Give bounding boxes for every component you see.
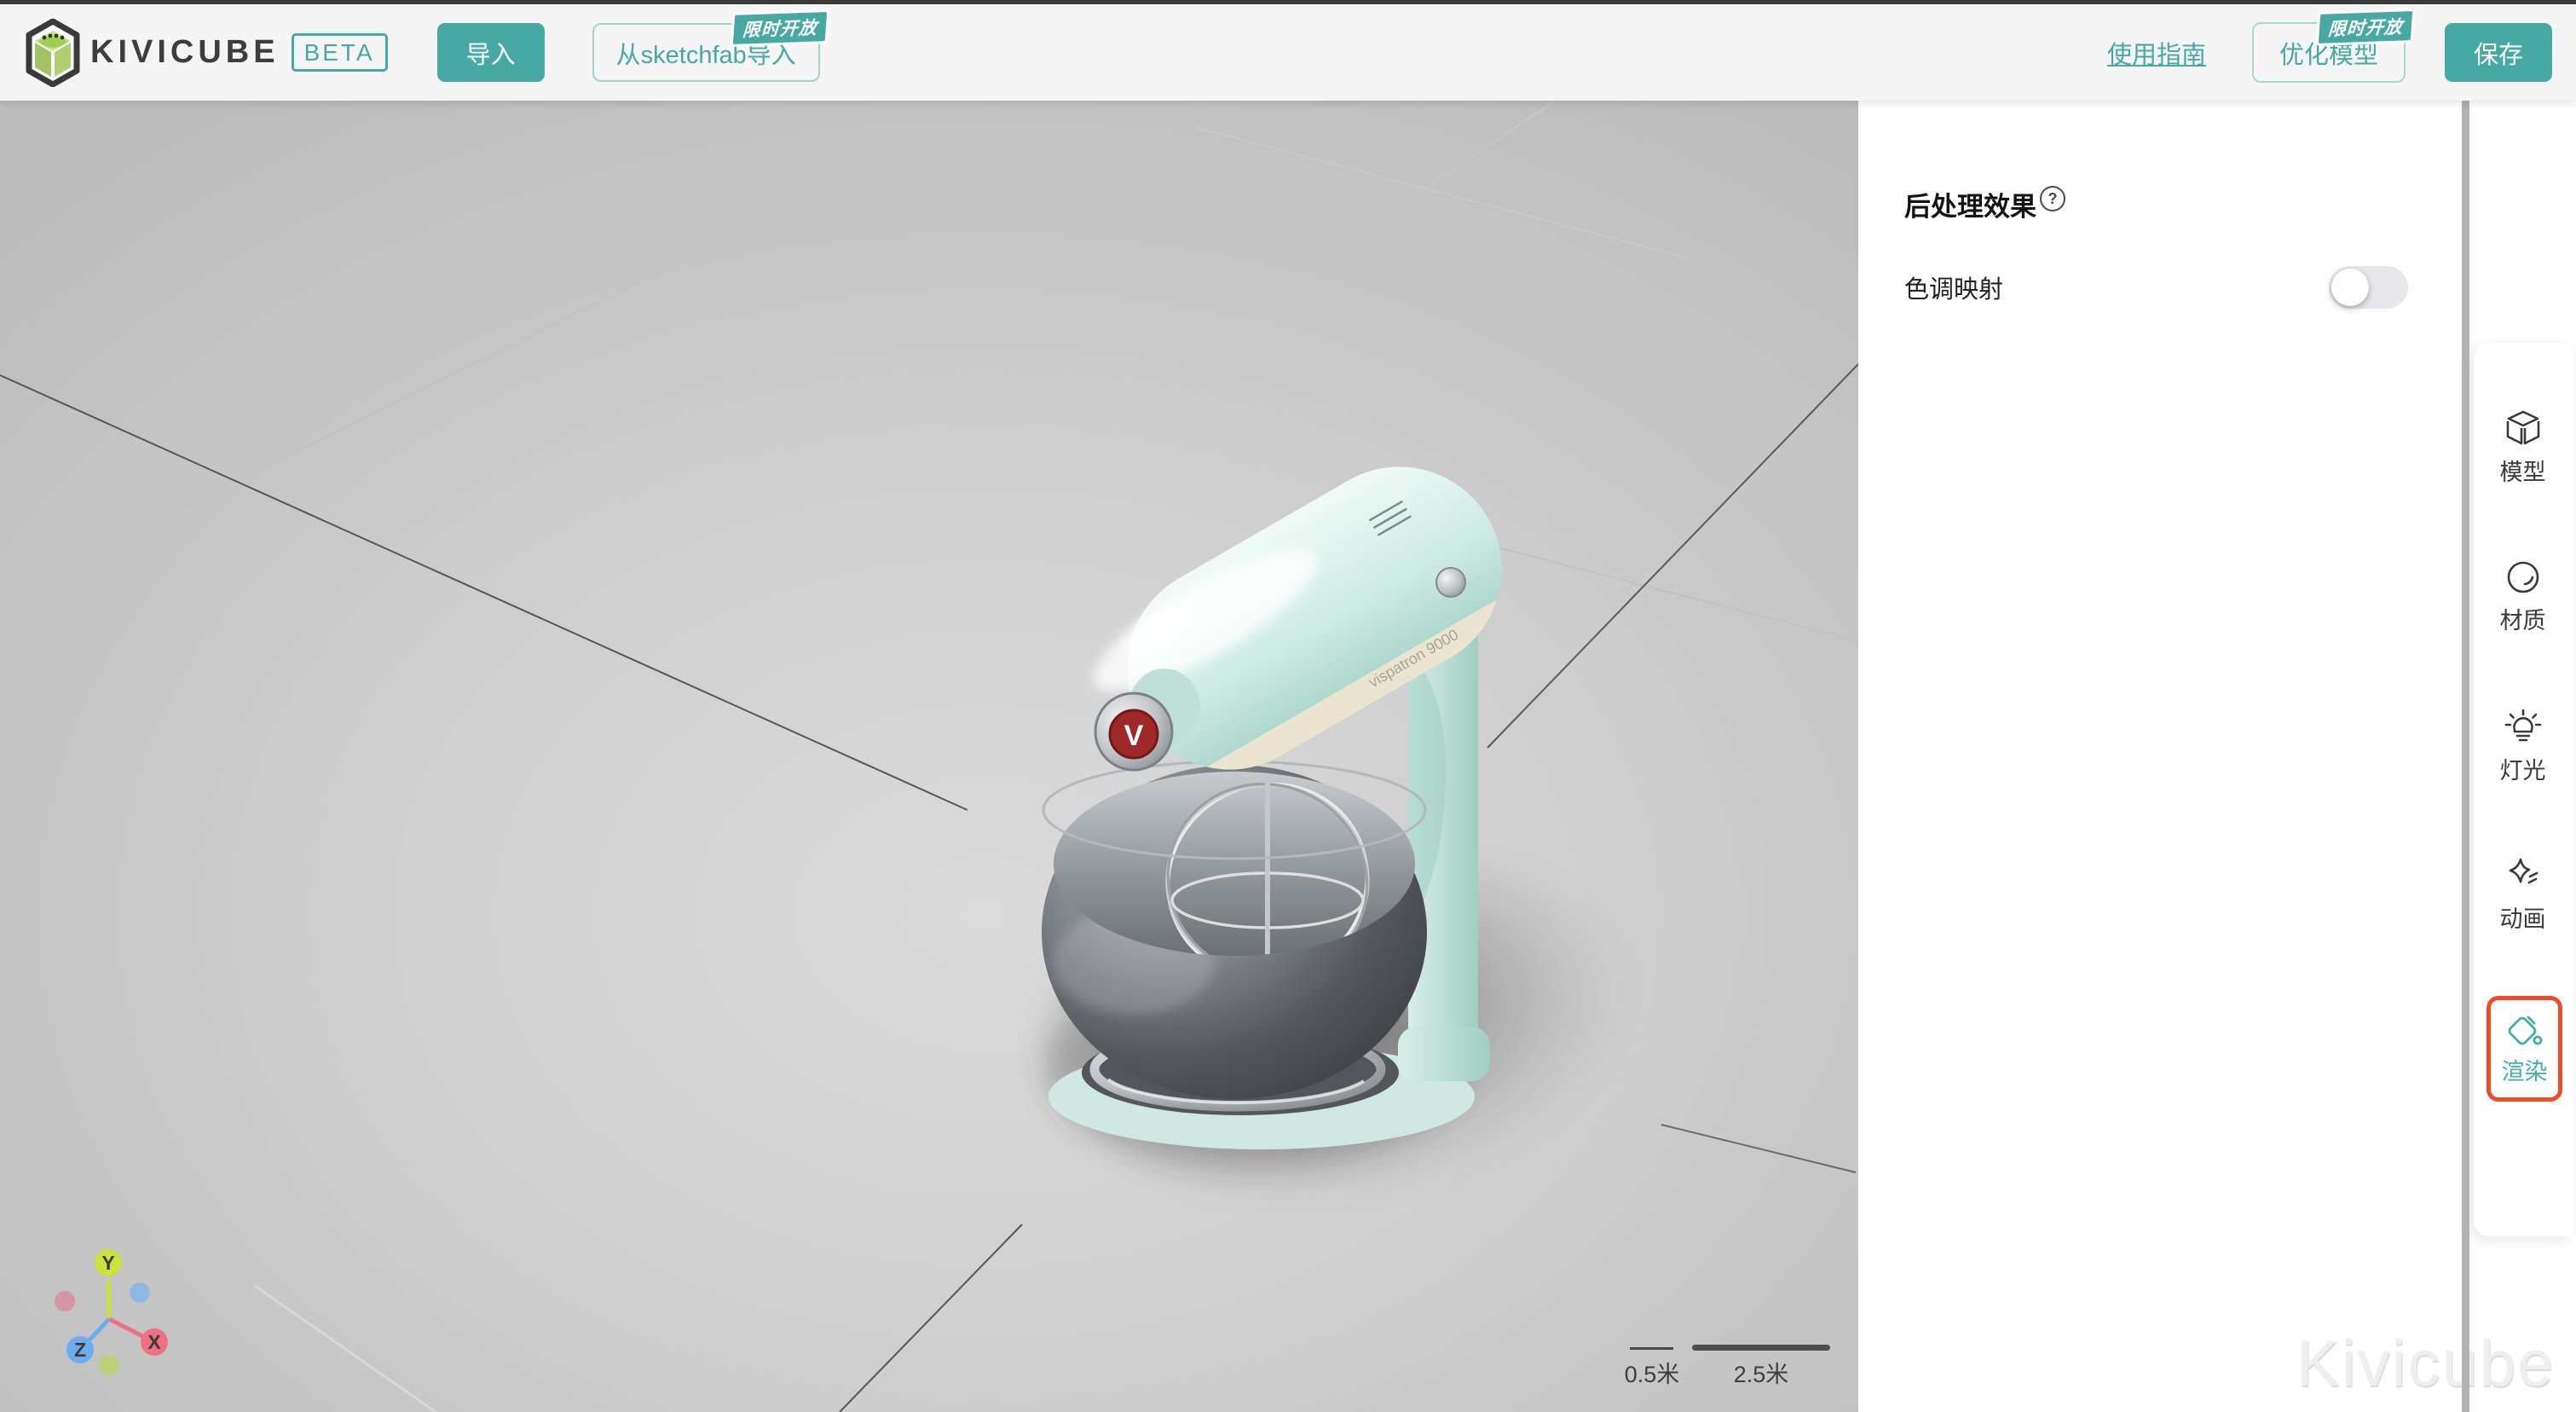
axis-z-ball[interactable]: Z [66,1336,94,1363]
render-settings-panel: 后处理效果 ? 色调映射 [1858,101,2462,1412]
window-top-strip [0,0,2576,4]
header-bar: KIVICUBE BETA 导入 从sketchfab导入 限时开放 使用指南 … [0,4,2576,101]
axis-y-ball[interactable]: Y [95,1249,122,1276]
panel-title: 后处理效果 [1904,192,2036,222]
help-icon[interactable]: ? [2040,186,2065,211]
mixer-badge-letter: V [1124,720,1144,752]
axis-neg-x-ball[interactable] [55,1291,75,1311]
sphere-icon [2504,558,2543,597]
axis-neg-z-ball[interactable] [130,1282,150,1303]
mixer-model[interactable]: vispatron 9000 V [1024,430,1649,1227]
scene-render: vispatron 9000 V [0,101,1858,1412]
panel-scrollbar[interactable] [2462,101,2469,1412]
limited-time-badge: 限时开放 [730,9,830,48]
axis-gizmo[interactable]: Y X Z [32,1218,220,1397]
tone-mapping-toggle[interactable] [2329,266,2408,310]
paint-bucket-icon [2505,1012,2544,1051]
cube-icon [2504,409,2543,448]
sparkle-icon [2504,856,2543,895]
sidebar-item-light[interactable]: 灯光 [2469,708,2576,785]
sidebar-item-animation[interactable]: 动画 [2469,856,2576,934]
kivicube-watermark: Kivicube [2296,1328,2556,1400]
axis-z-label: Z [74,1339,86,1361]
toggle-knob [2331,269,2369,307]
sidebar-item-label: 灯光 [2499,758,2546,784]
axis-x-ball[interactable]: X [141,1328,168,1356]
limited-time-badge: 限时开放 [2315,8,2416,47]
axis-x-label: X [147,1331,161,1353]
scale-bar-large [1692,1345,1830,1351]
brand-wordmark: KIVICUBE [90,34,280,70]
main-area: vispatron 9000 V Y X Z 0.5米 2.5米 后处理效果 ?… [0,101,2576,1412]
optimize-model-button[interactable]: 优化模型 限时开放 [2251,8,2416,83]
sidebar-item-render-active[interactable]: 渲染 [2486,996,2562,1102]
sketchfab-import-button[interactable]: 从sketchfab导入 限时开放 [592,9,830,82]
scale-bar-small [1630,1347,1673,1350]
sidebar-item-label: 渲染 [2501,1058,2548,1085]
axis-neg-y-ball[interactable] [99,1355,119,1375]
sidebar-item-material[interactable]: 材质 [2469,558,2576,635]
save-button[interactable]: 保存 [2444,23,2552,82]
user-guide-link[interactable]: 使用指南 [2107,35,2206,71]
kivicube-logo-icon [24,18,82,87]
sidebar-item-label: 材质 [2499,608,2546,634]
floor-grid [0,101,1858,1412]
3d-viewport[interactable]: vispatron 9000 V Y X Z 0.5米 2.5米 [0,101,1858,1412]
light-bulb-icon [2504,708,2543,747]
scale-label-small: 0.5米 [1624,1362,1680,1387]
axis-y-label: Y [101,1252,114,1274]
scale-label-large: 2.5米 [1733,1362,1789,1387]
sidebar-item-label: 动画 [2499,906,2546,932]
tone-mapping-label: 色调映射 [1904,276,2004,304]
sidebar-item-model[interactable]: 模型 [2469,409,2576,487]
tool-sidebar: 模型 材质 灯光 动画 渲染 [2469,101,2576,1412]
beta-badge: BETA [291,32,388,72]
import-button[interactable]: 导入 [436,23,545,82]
sidebar-item-label: 模型 [2499,460,2546,485]
